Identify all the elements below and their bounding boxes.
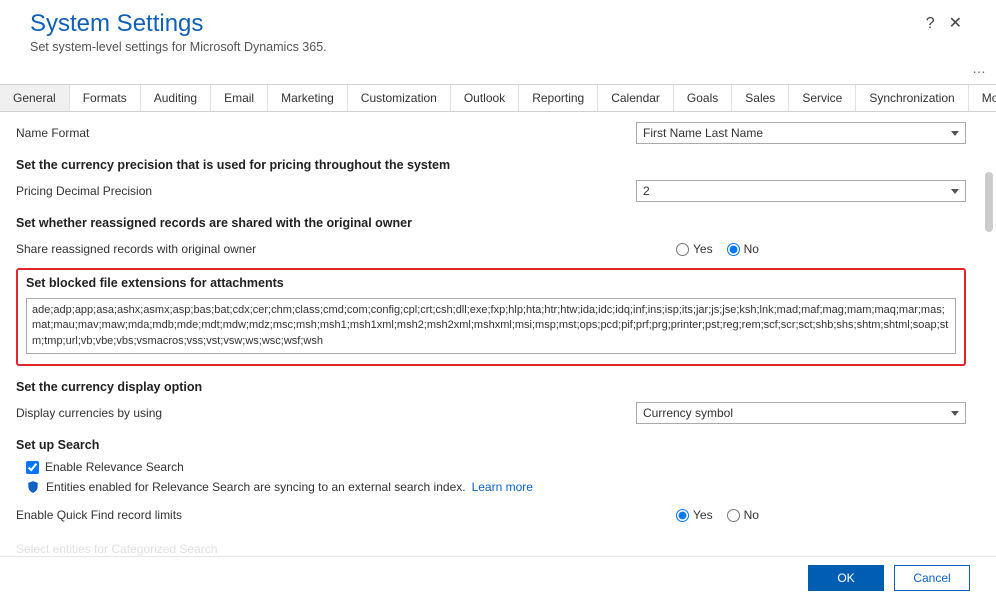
tab-service[interactable]: Service	[789, 85, 856, 111]
settings-body: Name Format First Name Last Name Set the…	[0, 112, 982, 556]
share-reassigned-radios: Yes No	[676, 242, 966, 256]
header-controls: ? ✕	[926, 10, 966, 32]
cutoff-row: Select entities for Categorized Search	[16, 542, 217, 556]
quick-find-label: Enable Quick Find record limits	[16, 508, 676, 522]
share-reassigned-row: Share reassigned records with original o…	[16, 238, 966, 260]
cancel-button[interactable]: Cancel	[894, 565, 970, 591]
share-reassigned-label: Share reassigned records with original o…	[16, 242, 676, 256]
system-settings-dialog: System Settings Set system-level setting…	[0, 0, 996, 598]
help-icon[interactable]: ?	[926, 16, 935, 32]
quick-find-row: Enable Quick Find record limits Yes No	[16, 504, 966, 526]
relevance-info-row: Entities enabled for Relevance Search ar…	[26, 480, 966, 494]
tab-reporting[interactable]: Reporting	[519, 85, 598, 111]
name-format-row: Name Format First Name Last Name	[16, 122, 966, 144]
radio-label-no: No	[744, 508, 759, 522]
radio-label-yes: Yes	[693, 508, 713, 522]
tab-email[interactable]: Email	[211, 85, 268, 111]
content-wrap: Name Format First Name Last Name Set the…	[0, 112, 996, 556]
currency-display-select[interactable]: Currency symbol	[636, 402, 966, 424]
more-options-icon[interactable]: …	[0, 60, 996, 70]
tab-sales[interactable]: Sales	[732, 85, 789, 111]
tab-synchronization[interactable]: Synchronization	[856, 85, 968, 111]
pricing-precision-select[interactable]: 2	[636, 180, 966, 202]
name-format-label: Name Format	[16, 126, 636, 140]
blocked-extensions-section: Set blocked file extensions for attachme…	[16, 268, 966, 366]
currency-display-row: Display currencies by using Currency sym…	[16, 402, 966, 424]
name-format-select[interactable]: First Name Last Name	[636, 122, 966, 144]
currency-precision-heading: Set the currency precision that is used …	[16, 158, 966, 172]
tab-general[interactable]: General	[0, 85, 70, 111]
vertical-scrollbar[interactable]	[982, 112, 996, 556]
tab-customization[interactable]: Customization	[348, 85, 451, 111]
page-subtitle: Set system-level settings for Microsoft …	[30, 40, 926, 54]
tab-formats[interactable]: Formats	[70, 85, 141, 111]
header-text: System Settings Set system-level setting…	[30, 10, 926, 54]
ok-button[interactable]: OK	[808, 565, 884, 591]
pricing-precision-row: Pricing Decimal Precision 2	[16, 180, 966, 202]
share-reassigned-no[interactable]: No	[727, 242, 759, 256]
tab-calendar[interactable]: Calendar	[598, 85, 674, 111]
quick-find-radios: Yes No	[676, 508, 966, 522]
blocked-extensions-heading: Set blocked file extensions for attachme…	[26, 276, 956, 290]
dialog-footer: OK Cancel	[0, 556, 996, 598]
tab-marketing[interactable]: Marketing	[268, 85, 348, 111]
radio-label-no: No	[744, 242, 759, 256]
tab-goals[interactable]: Goals	[674, 85, 732, 111]
search-heading: Set up Search	[16, 438, 966, 452]
tab-auditing[interactable]: Auditing	[141, 85, 211, 111]
enable-relevance-checkbox[interactable]	[26, 461, 39, 474]
quick-find-yes[interactable]: Yes	[676, 508, 713, 522]
page-title: System Settings	[30, 10, 926, 38]
tab-outlook[interactable]: Outlook	[451, 85, 519, 111]
enable-relevance-row[interactable]: Enable Relevance Search	[26, 460, 966, 474]
share-reassigned-yes[interactable]: Yes	[676, 242, 713, 256]
learn-more-link[interactable]: Learn more	[472, 480, 533, 494]
radio-label-yes: Yes	[693, 242, 713, 256]
dialog-header: System Settings Set system-level setting…	[0, 0, 996, 60]
relevance-info-text: Entities enabled for Relevance Search ar…	[46, 480, 466, 494]
shield-icon	[26, 480, 40, 494]
tab-strip: General Formats Auditing Email Marketing…	[0, 84, 996, 112]
currency-display-heading: Set the currency display option	[16, 380, 966, 394]
close-icon[interactable]: ✕	[949, 16, 962, 32]
scrollbar-thumb[interactable]	[985, 172, 993, 232]
currency-display-label: Display currencies by using	[16, 406, 636, 420]
pricing-precision-label: Pricing Decimal Precision	[16, 184, 636, 198]
reassigned-heading: Set whether reassigned records are share…	[16, 216, 966, 230]
blocked-extensions-input[interactable]: ade;adp;app;asa;ashx;asmx;asp;bas;bat;cd…	[26, 298, 956, 354]
tab-mobile-client[interactable]: Mobile Client	[969, 85, 996, 111]
enable-relevance-label: Enable Relevance Search	[45, 460, 184, 474]
quick-find-no[interactable]: No	[727, 508, 759, 522]
